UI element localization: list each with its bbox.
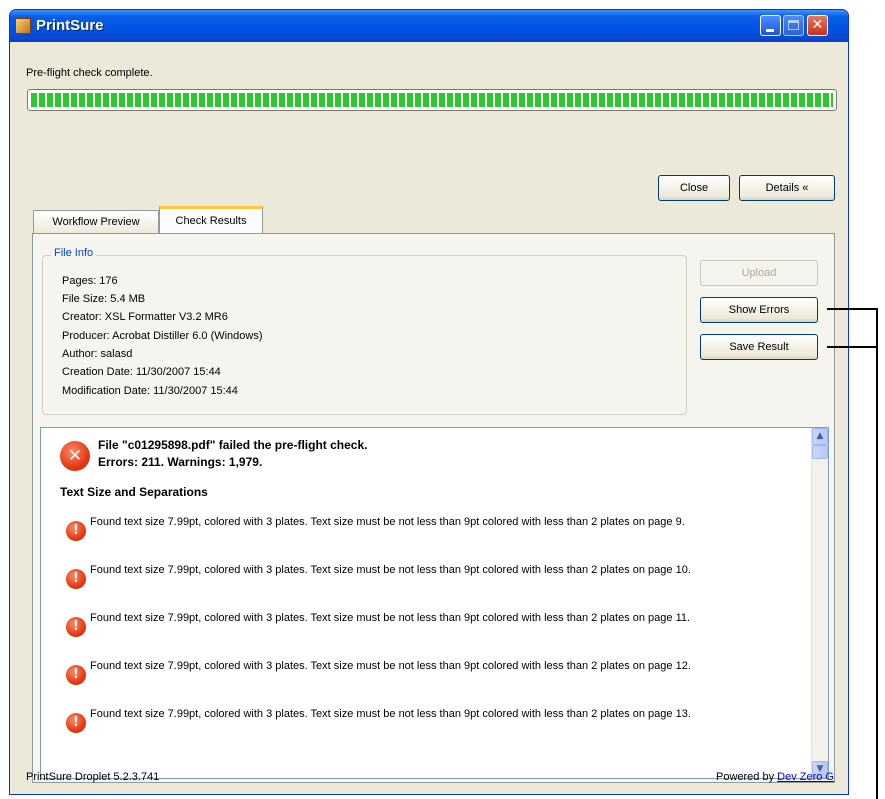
issue-item: ! Found text size 7.99pt, colored with 3… — [66, 706, 806, 742]
version-label: PrintSure Droplet 5.2.3.741 — [26, 771, 160, 783]
upload-button: Upload — [700, 260, 818, 286]
error-icon: ! — [66, 665, 86, 685]
issue-text: Found text size 7.99pt, colored with 3 p… — [90, 516, 685, 528]
file-info-group: File Info Pages: 176 File Size: 5.4 MB C… — [42, 247, 687, 415]
maximize-icon — [788, 20, 799, 30]
issue-item: ! Found text size 7.99pt, colored with 3… — [66, 514, 806, 550]
status-message: Pre-flight check complete. — [26, 67, 153, 79]
info-author: Author: salasd — [62, 348, 133, 360]
info-pages: Pages: 176 — [62, 275, 118, 287]
callout-line — [827, 308, 877, 310]
minimize-icon — [766, 29, 774, 32]
scroll-up-icon[interactable]: ▲ — [812, 428, 828, 445]
info-producer: Producer: Acrobat Distiller 6.0 (Windows… — [62, 330, 263, 342]
info-creation-date: Creation Date: 11/30/2007 15:44 — [62, 366, 221, 378]
app-icon — [15, 18, 31, 34]
fail-message: File "c01295898.pdf" failed the pre-flig… — [98, 438, 368, 452]
close-icon: ✕ — [811, 17, 824, 33]
section-heading: Text Size and Separations — [60, 485, 208, 499]
issue-text: Found text size 7.99pt, colored with 3 p… — [90, 708, 691, 720]
tab-check-results[interactable]: Check Results — [159, 206, 263, 235]
powered-by-label: Powered by — [715, 771, 775, 783]
error-icon: ! — [66, 713, 86, 733]
check-results-panel: File Info Pages: 176 File Size: 5.4 MB C… — [32, 233, 835, 783]
minimize-button[interactable] — [760, 15, 781, 36]
error-icon: ! — [66, 617, 86, 637]
show-errors-button[interactable]: Show Errors — [700, 297, 818, 323]
info-creator: Creator: XSL Formatter V3.2 MR6 — [62, 311, 228, 323]
app-window: PrintSure ✕ Pre-flight check complete. C… — [9, 9, 849, 795]
close-button[interactable]: Close — [658, 175, 730, 201]
results-list[interactable]: ✕ File "c01295898.pdf" failed the pre-fl… — [40, 427, 829, 779]
error-count: Errors: 211. Warnings: 1,979. — [98, 455, 263, 469]
callout-line — [827, 346, 877, 348]
tab-workflow-preview[interactable]: Workflow Preview — [33, 210, 159, 234]
progress-fill — [31, 93, 833, 107]
close-window-button[interactable]: ✕ — [807, 15, 828, 36]
issue-item: ! Found text size 7.99pt, colored with 3… — [66, 658, 806, 694]
save-result-button[interactable]: Save Result — [700, 334, 818, 360]
vertical-scrollbar[interactable]: ▲ ▼ — [811, 428, 828, 778]
progress-bar — [27, 89, 837, 111]
error-icon: ! — [66, 521, 86, 541]
callout-line — [876, 308, 878, 799]
maximize-button — [783, 15, 804, 36]
file-info-legend: File Info — [51, 247, 97, 259]
details-button[interactable]: Details « — [739, 175, 835, 201]
info-modification-date: Modification Date: 11/30/2007 15:44 — [62, 385, 238, 397]
issue-text: Found text size 7.99pt, colored with 3 p… — [90, 660, 691, 672]
powered-by: Powered by Dev Zero G — [716, 771, 834, 783]
error-icon: ✕ — [60, 441, 90, 471]
error-icon: ! — [66, 569, 86, 589]
scroll-thumb[interactable] — [812, 445, 828, 459]
issue-item: ! Found text size 7.99pt, colored with 3… — [66, 562, 806, 598]
issue-text: Found text size 7.99pt, colored with 3 p… — [90, 612, 691, 624]
window-title: PrintSure — [36, 17, 104, 34]
title-bar[interactable]: PrintSure ✕ — [10, 10, 848, 42]
issue-text: Found text size 7.99pt, colored with 3 p… — [90, 564, 691, 576]
info-file-size: File Size: 5.4 MB — [62, 293, 146, 305]
issue-item: ! Found text size 7.99pt, colored with 3… — [66, 610, 806, 646]
dev-zero-g-link[interactable]: Dev Zero G — [777, 771, 834, 783]
